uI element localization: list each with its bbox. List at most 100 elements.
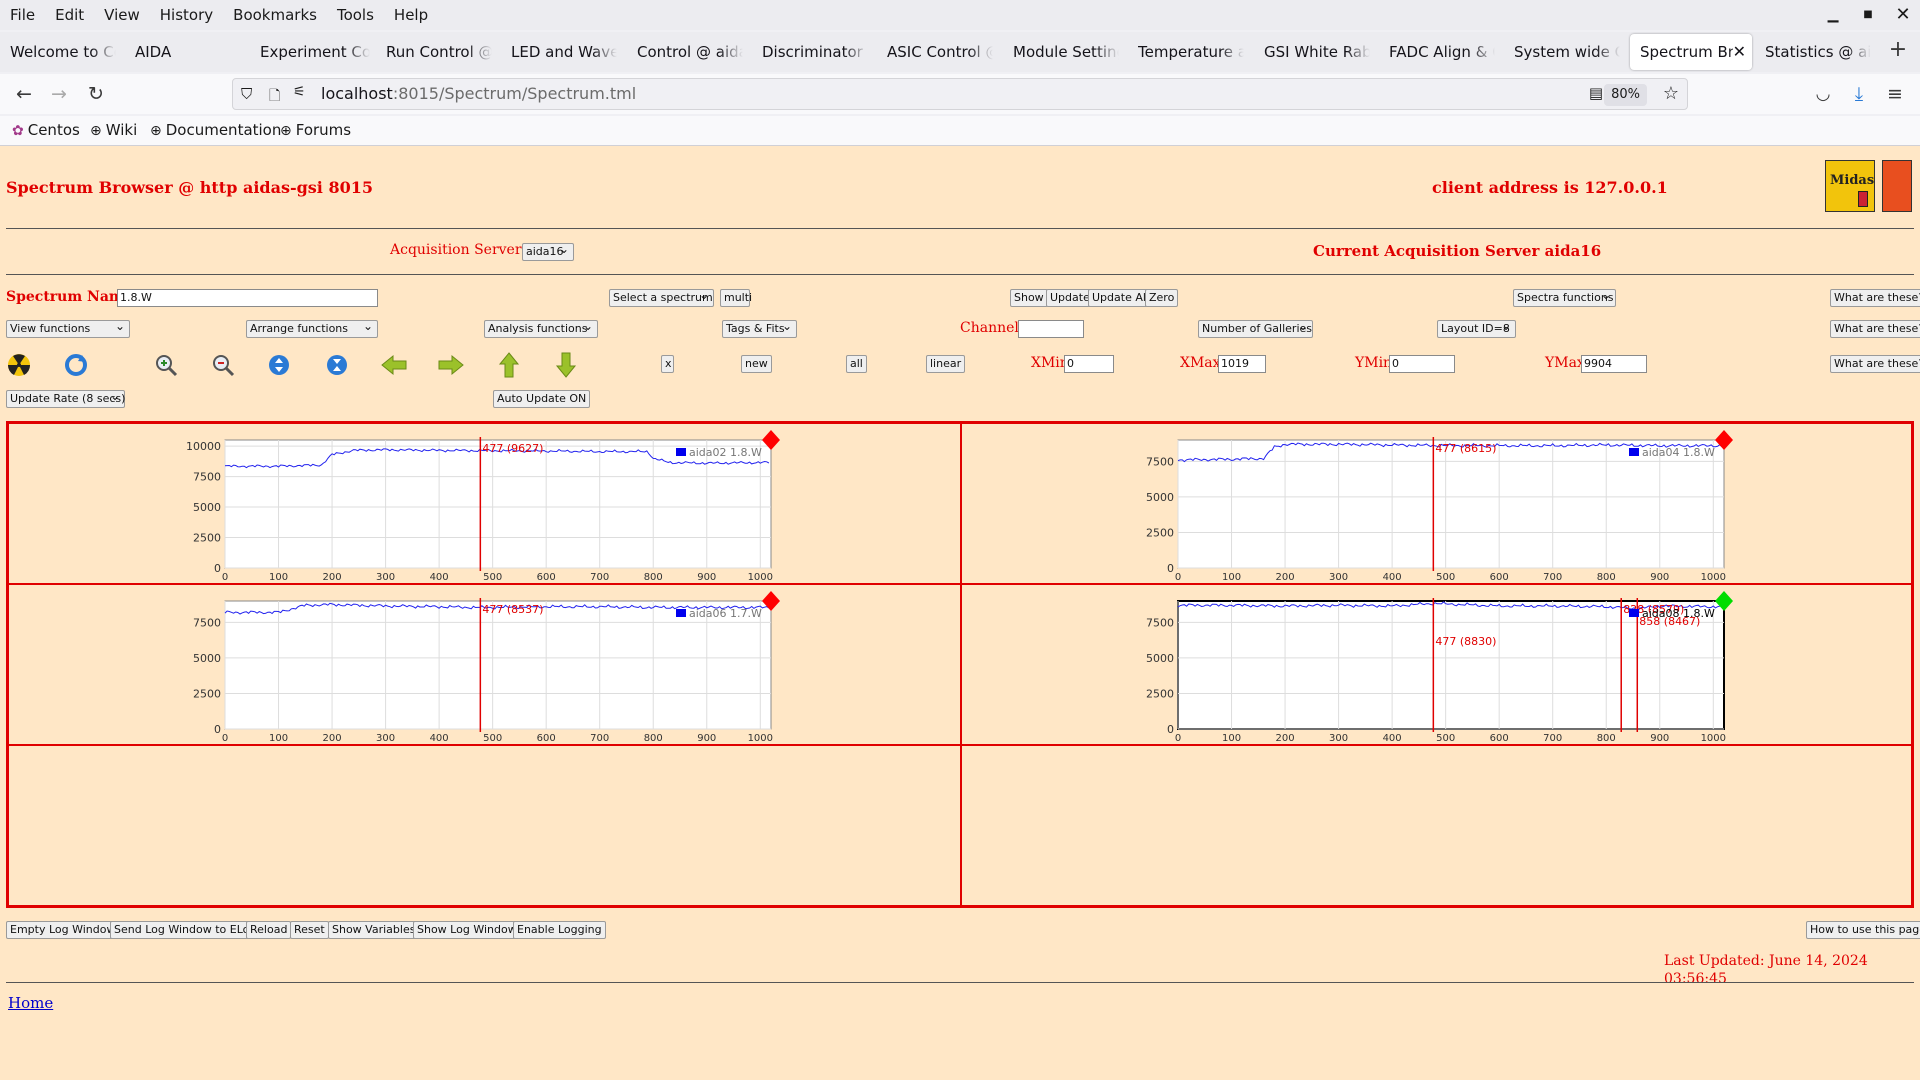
menu-history[interactable]: History: [150, 0, 223, 30]
acquisition-server-select[interactable]: aida16: [522, 241, 574, 261]
send-log-to-elog-button[interactable]: Send Log Window to ELog: [110, 921, 261, 939]
analysis-functions-dropdown[interactable]: Analysis functions: [484, 318, 598, 338]
bookmark-wiki[interactable]: ⊕ Wiki: [90, 116, 137, 145]
tab-aida[interactable]: AIDA: [135, 34, 235, 70]
zero-button[interactable]: Zero: [1145, 289, 1179, 307]
tab-run-control[interactable]: Run Control @ a: [386, 34, 492, 70]
tab-statistics[interactable]: Statistics @ aid: [1765, 34, 1871, 70]
arrow-up-icon[interactable]: [495, 351, 523, 379]
tab-temperature[interactable]: Temperature an: [1138, 34, 1244, 70]
show-button[interactable]: Show: [1010, 289, 1048, 307]
ymax-input[interactable]: 9904: [1581, 355, 1647, 373]
show-variables-button[interactable]: Show Variables: [328, 921, 420, 939]
zoom-level[interactable]: 80%: [1604, 84, 1647, 106]
url-bar[interactable]: ⛉ 🗋 ⚟ localhost:8015/Spectrum/Spectrum.t…: [232, 78, 1688, 110]
radiation-icon[interactable]: [5, 351, 33, 379]
gallery-cell-6[interactable]: [961, 745, 1912, 906]
menu-file[interactable]: File: [0, 0, 45, 30]
what-are-these-button[interactable]: What are these?: [1830, 320, 1920, 338]
what-are-these-button[interactable]: What are these?: [1830, 355, 1920, 373]
gallery-cell-2[interactable]: 0 100 200 300 400 500 600 700 800 900 1000 0 2500 500…: [961, 423, 1912, 584]
reset-button[interactable]: Reset: [290, 921, 329, 939]
refresh-icon[interactable]: [62, 351, 90, 379]
gallery-cell-1[interactable]: 0 100 200 300 400 500 600 700 800 900 1000 0 2500 500…: [8, 423, 961, 584]
spectrum-plot-4[interactable]: 0 100 200 300 400 500 600 700 800 900 1000 0 2500 500…: [962, 585, 1913, 746]
tab-fadc-align[interactable]: FADC Align & C: [1389, 34, 1495, 70]
spectrum-name-input[interactable]: 1.8.W: [117, 289, 378, 307]
reader-view-icon[interactable]: ▤: [1589, 84, 1603, 102]
select-spectrum-dropdown[interactable]: Select a spectrum: [609, 287, 714, 307]
compress-vertical-icon[interactable]: [323, 351, 351, 379]
new-button[interactable]: new: [741, 355, 772, 373]
permissions-icon[interactable]: ⚟: [293, 84, 306, 100]
tab-experiment-control[interactable]: Experiment Cont: [260, 34, 370, 70]
how-to-use-button[interactable]: How to use this page: [1806, 921, 1920, 939]
gallery-cell-3[interactable]: 0 100 200 300 400 500 600 700 800 900 1000 0 2500 500…: [8, 584, 961, 745]
auto-update-button[interactable]: Auto Update ON: [493, 390, 591, 408]
gallery-cell-4[interactable]: 0 100 200 300 400 500 600 700 800 900 1000 0 2500 500…: [961, 584, 1912, 745]
number-of-galleries-dropdown[interactable]: Number of Galleries: [1198, 318, 1313, 338]
update-rate-dropdown[interactable]: Update Rate (8 secs): [6, 388, 125, 408]
what-are-these-button[interactable]: What are these?: [1830, 289, 1920, 307]
tab-led-waveform[interactable]: LED and Wavefo: [511, 34, 617, 70]
reload-icon[interactable]: ↻: [80, 78, 112, 110]
menu-help[interactable]: Help: [384, 0, 438, 30]
zoom-out-icon[interactable]: [209, 351, 237, 379]
bookmark-centos[interactable]: ✿ Centos: [12, 116, 80, 145]
reload-button[interactable]: Reload: [246, 921, 292, 939]
tab-control-aidas[interactable]: Control @ aidas: [637, 34, 743, 70]
url-text[interactable]: localhost:8015/Spectrum/Spectrum.tml: [321, 79, 636, 109]
new-tab-icon[interactable]: +: [1882, 34, 1914, 66]
download-icon[interactable]: ⤓: [1843, 78, 1875, 110]
menu-tools[interactable]: Tools: [327, 0, 384, 30]
enable-logging-button[interactable]: Enable Logging: [513, 921, 606, 939]
view-functions-dropdown[interactable]: View functions: [6, 318, 130, 338]
menu-view[interactable]: View: [94, 0, 150, 30]
menu-bookmarks[interactable]: Bookmarks: [223, 0, 327, 30]
pocket-icon[interactable]: ◡: [1807, 78, 1839, 110]
tab-asic-control[interactable]: ASIC Control @: [887, 34, 993, 70]
spectrum-plot-3[interactable]: 0 100 200 300 400 500 600 700 800 900 1000 0 2500 500…: [9, 585, 962, 746]
update-all-button[interactable]: Update All: [1088, 289, 1153, 307]
arrow-left-icon[interactable]: [380, 351, 408, 379]
tags-fits-dropdown[interactable]: Tags & Fits: [722, 318, 797, 338]
maximize-icon[interactable]: ■: [1850, 0, 1886, 30]
bookmark-star-icon[interactable]: ☆: [1663, 83, 1679, 104]
back-icon[interactable]: ←: [8, 78, 40, 110]
tab-discriminator[interactable]: Discriminator co: [762, 34, 868, 70]
app-menu-icon[interactable]: ≡: [1879, 78, 1911, 110]
close-window-icon[interactable]: ✕: [1885, 0, 1920, 30]
zoom-in-icon[interactable]: [152, 351, 180, 379]
shield-icon[interactable]: ⛉: [241, 85, 252, 103]
tab-system-wide[interactable]: System wide Ch: [1514, 34, 1620, 70]
tab-white-rabbit[interactable]: GSI White Rabbi: [1264, 34, 1370, 70]
linear-button[interactable]: linear: [926, 355, 966, 373]
close-tab-icon[interactable]: ✕: [1732, 34, 1746, 70]
arrow-down-icon[interactable]: [552, 351, 580, 379]
tab-welcome[interactable]: Welcome to Ce: [10, 34, 116, 70]
layout-dropdown[interactable]: Layout ID=8: [1437, 318, 1516, 338]
expand-vertical-icon[interactable]: [265, 351, 293, 379]
forward-icon[interactable]: →: [43, 78, 75, 110]
gallery-cell-5[interactable]: [8, 745, 961, 906]
tab-module-settings[interactable]: Module Settings: [1013, 34, 1119, 70]
update-button[interactable]: Update: [1046, 289, 1094, 307]
xmin-input[interactable]: 0: [1064, 355, 1114, 373]
arrange-functions-dropdown[interactable]: Arrange functions: [246, 318, 378, 338]
multi-button[interactable]: multi: [720, 289, 752, 307]
bookmark-documentation[interactable]: ⊕ Documentation: [150, 116, 281, 145]
channel-input[interactable]: [1018, 320, 1084, 338]
spectrum-plot-1[interactable]: 0 100 200 300 400 500 600 700 800 900 100002500500…: [9, 424, 962, 585]
arrow-right-icon[interactable]: [437, 351, 465, 379]
spectra-functions-dropdown[interactable]: Spectra functions: [1513, 287, 1616, 307]
show-log-window-button[interactable]: Show Log Window: [413, 921, 521, 939]
empty-log-window-button[interactable]: Empty Log Window: [6, 921, 120, 939]
xmax-input[interactable]: 1019: [1218, 355, 1266, 373]
ymin-input[interactable]: 0: [1389, 355, 1455, 373]
menu-edit[interactable]: Edit: [45, 0, 94, 30]
bookmark-forums[interactable]: ⊕ Forums: [280, 116, 351, 145]
minimize-icon[interactable]: ▁: [1815, 0, 1851, 30]
x-button[interactable]: x: [661, 355, 674, 373]
home-link[interactable]: Home: [8, 994, 53, 1012]
all-button[interactable]: all: [846, 355, 867, 373]
